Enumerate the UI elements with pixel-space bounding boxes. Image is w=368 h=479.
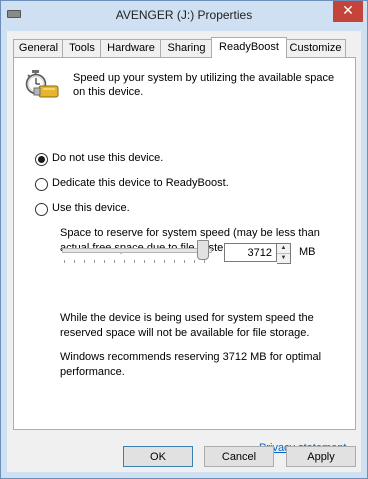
tab-sharing[interactable]: Sharing: [160, 39, 213, 57]
radio-button-checked[interactable]: [35, 153, 48, 166]
slider-tick: [194, 260, 195, 263]
properties-window: AVENGER (J:) Properties ✕ General Tools …: [0, 0, 368, 479]
radio-button[interactable]: [35, 203, 48, 216]
radio-label[interactable]: Do not use this device.: [52, 152, 163, 164]
recommendation-note: Windows recommends reserving 3712 MB for…: [60, 351, 322, 378]
slider-tick: [124, 260, 125, 263]
dialog-client: General Tools Hardware Sharing ReadyBoos…: [7, 31, 361, 472]
reserve-slider-track[interactable]: [62, 248, 212, 253]
slider-tick: [144, 260, 145, 263]
slider-tick: [114, 260, 115, 263]
readyboost-panel: Speed up your system by utilizing the av…: [13, 57, 356, 454]
tab-readyboost[interactable]: ReadyBoost: [211, 37, 287, 58]
slider-tick: [164, 260, 165, 263]
slider-tick: [64, 260, 65, 263]
storage-note: While the device is being used for syste…: [60, 312, 314, 339]
slider-tick: [204, 260, 205, 263]
close-button[interactable]: ✕: [333, 1, 363, 22]
tab-customize[interactable]: Customize: [285, 39, 346, 57]
title-bar[interactable]: AVENGER (J:) Properties ✕: [1, 1, 367, 31]
reserve-size-spinner: ▲ ▼: [277, 243, 291, 264]
slider-tick: [174, 260, 175, 263]
radio-button[interactable]: [35, 178, 48, 191]
slider-tick: [104, 260, 105, 263]
reserve-size-input[interactable]: 3712: [224, 243, 277, 262]
tab-general[interactable]: General: [13, 39, 64, 57]
reserve-unit: MB: [299, 246, 316, 258]
apply-button[interactable]: Apply: [286, 446, 356, 467]
close-icon: ✕: [342, 3, 354, 19]
radio-label[interactable]: Dedicate this device to ReadyBoost.: [52, 177, 229, 189]
tab-hardware[interactable]: Hardware: [100, 39, 162, 57]
readyboost-stopwatch-icon: [25, 70, 59, 98]
slider-tick: [154, 260, 155, 263]
slider-tick: [84, 260, 85, 263]
cancel-button[interactable]: Cancel: [204, 446, 274, 467]
spin-up-arrow-icon[interactable]: ▲: [277, 244, 290, 254]
ok-button[interactable]: OK: [123, 446, 193, 467]
slider-ticks: [64, 260, 210, 264]
window-title: AVENGER (J:) Properties: [115, 8, 253, 22]
slider-tick: [184, 260, 185, 263]
reserve-slider-thumb[interactable]: [197, 240, 209, 260]
tab-tools[interactable]: Tools: [62, 39, 102, 57]
slider-tick: [74, 260, 75, 263]
intro-text: Speed up your system by utilizing the av…: [73, 72, 335, 98]
slider-tick: [134, 260, 135, 263]
spin-down-arrow-icon[interactable]: ▼: [277, 254, 290, 263]
slider-tick: [94, 260, 95, 263]
radio-label[interactable]: Use this device.: [52, 202, 130, 214]
